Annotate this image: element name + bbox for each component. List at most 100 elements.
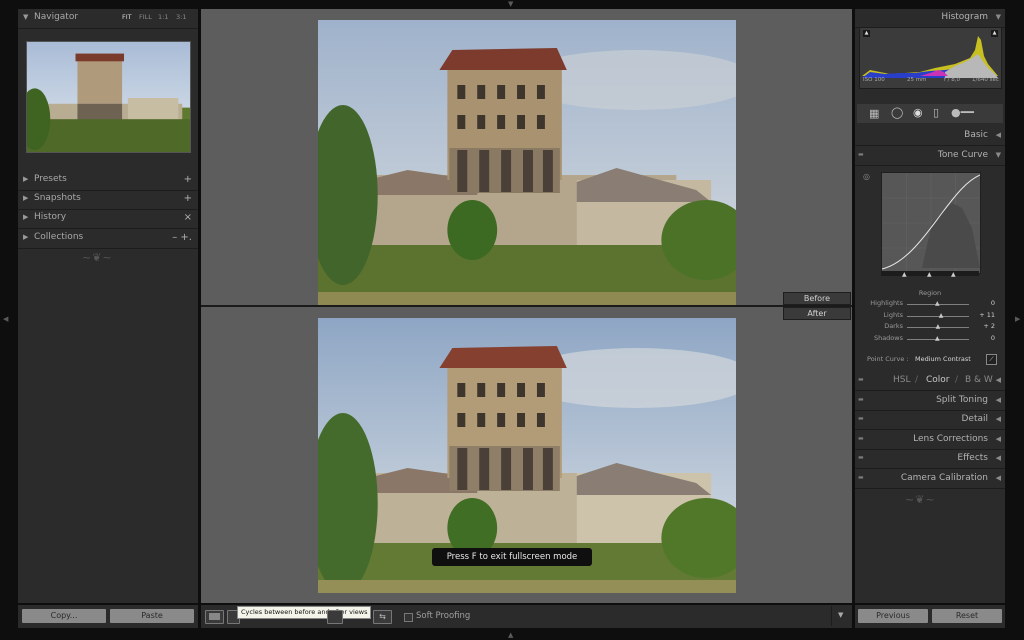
tone-slider-row[interactable]: Darks ▲ + 2 [855, 322, 1005, 333]
zoom-1to1-option[interactable]: 1:1 [158, 13, 168, 21]
collections-header[interactable]: ▶ Collections – +. [18, 229, 198, 249]
before-label: Before [783, 292, 851, 305]
crop-tool-icon[interactable]: ▦ [869, 107, 879, 120]
swap-before-after-button[interactable]: ⇆ [373, 610, 392, 624]
toolbar-menu-chevron-icon[interactable]: ▼ [838, 611, 843, 619]
basic-header[interactable]: Basic ◀ [855, 127, 1005, 146]
expand-triangle-icon[interactable]: ▶ [23, 175, 28, 183]
snapshots-header[interactable]: ▶ Snapshots + [18, 190, 198, 210]
left-panel-arrow-icon[interactable]: ◀ [3, 316, 8, 323]
color-tab[interactable]: Color [926, 375, 950, 385]
tone-slider-row[interactable]: Lights ▲ + 11 [855, 311, 1005, 322]
histogram-area[interactable]: ▲ ▲ ISO 100 25 mm f / 8,0 1/640 sec [859, 27, 1002, 89]
tone-slider-value[interactable]: 0 [991, 299, 995, 307]
tone-slider-label: Darks [884, 322, 903, 330]
tone-slider-value[interactable]: 0 [991, 334, 995, 342]
red-eye-icon[interactable]: ◉ [913, 106, 923, 119]
panel-switch-icon[interactable]: ▬ [858, 454, 864, 461]
split-point-3-icon[interactable]: ▲ [951, 271, 956, 278]
tone-curve-header[interactable]: ▬ Tone Curve ▼ [855, 147, 1005, 166]
navigator-header[interactable]: ▼ Navigator FIT FILL 1:1 3:1 [18, 9, 198, 29]
shadow-clipping-icon[interactable]: ▲ [863, 30, 870, 37]
copy-button[interactable]: Copy... [22, 609, 106, 623]
add-snapshot-button[interactable]: + [184, 193, 192, 204]
tone-slider-value[interactable]: + 11 [979, 311, 995, 319]
tone-slider-value[interactable]: + 2 [983, 322, 995, 330]
tone-slider-row[interactable]: Shadows ▲ 0 [855, 334, 1005, 345]
collections-actions[interactable]: – +. [172, 232, 192, 243]
graduated-filter-icon[interactable]: ▯ [933, 106, 939, 119]
expand-triangle-icon[interactable]: ◀ [996, 131, 1001, 139]
tone-slider-knob[interactable]: ▲ [935, 300, 940, 307]
presets-header[interactable]: ▶ Presets + [18, 171, 198, 191]
expand-triangle-icon[interactable]: ◀ [996, 415, 1001, 423]
expand-triangle-icon[interactable]: ◀ [996, 435, 1001, 443]
lens-corrections-header[interactable]: ▬ Lens Corrections ◀ [855, 431, 1005, 450]
panel-switch-icon[interactable]: ▬ [858, 151, 864, 158]
split-point-2-icon[interactable]: ▲ [927, 271, 932, 278]
edit-point-curve-icon[interactable]: ⟋ [986, 354, 997, 365]
panel-end-ornament-icon: ~❦~ [82, 251, 113, 264]
tone-slider-knob[interactable]: ▲ [939, 312, 944, 319]
panel-switch-icon[interactable]: ▬ [858, 415, 864, 422]
navigator-title: Navigator [34, 12, 79, 22]
histogram-header[interactable]: Histogram ▼ [855, 9, 1005, 28]
iso-readout: ISO 100 [863, 77, 885, 83]
bw-tab[interactable]: B & W [965, 375, 993, 385]
spot-removal-icon[interactable]: ◯ [891, 106, 903, 119]
reset-button[interactable]: Reset [932, 609, 1002, 623]
paste-button[interactable]: Paste [110, 609, 194, 623]
zoom-fill-option[interactable]: FILL [139, 13, 152, 21]
expand-triangle-icon[interactable]: ▶ [23, 213, 28, 221]
hsl-tab[interactable]: HSL [893, 375, 911, 385]
previous-button[interactable]: Previous [858, 609, 928, 623]
point-curve-select[interactable]: Medium Contrast [915, 355, 971, 363]
top-panel-arrow-icon[interactable]: ▼ [508, 1, 513, 8]
panel-switch-icon[interactable]: ▬ [858, 376, 864, 383]
history-header[interactable]: ▶ History × [18, 209, 198, 229]
right-panel-arrow-icon[interactable]: ▶ [1015, 316, 1020, 323]
panel-switch-icon[interactable]: ▬ [858, 396, 864, 403]
split-toning-header[interactable]: ▬ Split Toning ◀ [855, 392, 1005, 411]
split-point-1-icon[interactable]: ▲ [902, 271, 907, 278]
expand-triangle-icon[interactable]: ◀ [996, 376, 1001, 384]
detail-header[interactable]: ▬ Detail ◀ [855, 411, 1005, 430]
before-photo[interactable] [318, 20, 736, 305]
bottom-panel-arrow-icon[interactable]: ▲ [508, 632, 513, 639]
expand-triangle-icon[interactable]: ▶ [23, 194, 28, 202]
expand-triangle-icon[interactable]: ◀ [996, 474, 1001, 482]
loupe-view-button[interactable] [205, 610, 224, 624]
collapse-triangle-icon[interactable]: ▼ [23, 13, 28, 21]
hsl-header[interactable]: ▬ HSL / Color / B & W ◀ [855, 372, 1005, 391]
effects-header[interactable]: ▬ Effects ◀ [855, 450, 1005, 469]
navigator-preview[interactable] [26, 41, 191, 153]
zoom-fit-option[interactable]: FIT [122, 13, 132, 21]
left-panel: ▼ Navigator FIT FILL 1:1 3:1 ~❦~ ▶ Prese… [18, 9, 198, 603]
clear-history-button[interactable]: × [184, 212, 192, 223]
right-panel: Histogram ▼ ▲ ▲ ISO 100 25 mm f / 8,0 1/… [855, 9, 1005, 603]
tone-sliders: Highlights ▲ 0 Lights ▲ + 11 Darks ▲ + 2 Shadows ▲… [855, 299, 1005, 345]
tone-slider-label: Shadows [873, 333, 903, 342]
tone-curve-graph[interactable] [881, 172, 981, 274]
copy-before-after-button[interactable] [327, 610, 343, 624]
collapse-triangle-icon[interactable]: ▼ [996, 151, 1001, 159]
panel-switch-icon[interactable]: ▬ [858, 474, 864, 481]
soft-proofing-checkbox[interactable] [404, 613, 413, 622]
panel-switch-icon[interactable]: ▬ [858, 435, 864, 442]
collections-label: Collections [34, 232, 84, 242]
tone-slider-label: Highlights [870, 299, 903, 307]
expand-triangle-icon[interactable]: ◀ [996, 454, 1001, 462]
tone-slider-knob[interactable]: ▲ [935, 335, 940, 342]
highlight-clipping-icon[interactable]: ▲ [991, 30, 998, 37]
collapse-triangle-icon[interactable]: ▼ [996, 13, 1001, 21]
adjustment-brush-icon[interactable]: ●━━ [951, 106, 974, 119]
tone-slider-knob[interactable]: ▲ [936, 323, 941, 330]
expand-triangle-icon[interactable]: ◀ [996, 396, 1001, 404]
expand-triangle-icon[interactable]: ▶ [23, 233, 28, 241]
zoom-3to1-option[interactable]: 3:1 [176, 13, 186, 21]
loupe-icon [209, 613, 220, 620]
tone-slider-row[interactable]: Highlights ▲ 0 [855, 299, 1005, 310]
target-adjust-icon[interactable]: ◎ [863, 172, 870, 181]
add-preset-button[interactable]: + [184, 174, 192, 185]
camera-calibration-header[interactable]: ▬ Camera Calibration ◀ [855, 470, 1005, 489]
